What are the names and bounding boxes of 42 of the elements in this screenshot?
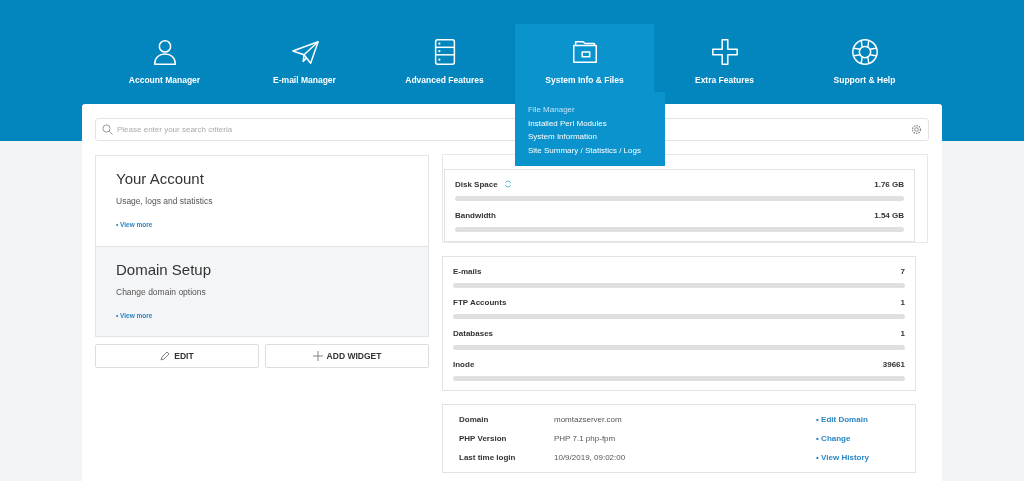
nav-item[interactable]: E-mail Manager [235, 24, 374, 104]
pencil-icon [160, 351, 171, 361]
nav-item[interactable]: Advanced Features [375, 24, 514, 104]
menu-item[interactable]: Site Summary / Statistics / Logs [528, 144, 652, 156]
usage-label: Disk Space [455, 179, 498, 189]
menu-item[interactable]: File Manager [528, 104, 652, 116]
info-value: 10/9/2019, 09:02:00 [554, 453, 627, 462]
info-value: momtazserver.com [554, 415, 623, 424]
widget-title: Your Account [116, 170, 204, 187]
info-label: PHP Version [459, 434, 508, 443]
info-label: Last time login [459, 453, 517, 462]
usage-value: 1.76 GB [874, 179, 904, 189]
usage-value: 1 [900, 297, 905, 307]
plus-icon [709, 37, 740, 67]
usage-label: Databases [453, 328, 494, 338]
nav-item[interactable]: Support & Help [795, 24, 934, 104]
usage-label: FTP Accounts [453, 297, 507, 307]
usage-value: 1 [900, 328, 905, 338]
add-widget-button[interactable]: ADD WIDGET [265, 344, 429, 368]
usage-value: 7 [900, 266, 905, 276]
usage-label: Bandwidth [455, 210, 496, 220]
lifebuoy-icon [849, 37, 880, 67]
settings-icon[interactable] [911, 124, 922, 135]
widget-subtitle: Change domain options [116, 287, 206, 297]
nav-item[interactable]: Extra Features [655, 24, 794, 104]
usage-label: Inode [453, 359, 475, 369]
widget-subtitle: Usage, logs and statistics [116, 196, 213, 206]
plus-icon [312, 351, 323, 361]
menu-item[interactable]: System Information [528, 131, 652, 143]
nav-item[interactable]: Account Manager [95, 24, 234, 104]
info-link[interactable]: • Edit Domain [816, 415, 899, 424]
info-link[interactable]: • View History [816, 453, 899, 462]
usage-label: E-mails [453, 266, 482, 276]
info-value: PHP 7.1 php-fpm [554, 434, 617, 443]
refresh-icon[interactable] [503, 180, 512, 188]
info-link[interactable]: • Change [816, 434, 899, 443]
usage-value: 39661 [882, 359, 905, 369]
widget-title: Domain Setup [116, 261, 212, 278]
menu-item[interactable]: Installed Perl Modules [528, 117, 652, 129]
edit-button[interactable]: EDIT [95, 344, 259, 368]
info-label: Domain [459, 415, 490, 424]
usage-value: 1.54 GB [874, 210, 904, 220]
